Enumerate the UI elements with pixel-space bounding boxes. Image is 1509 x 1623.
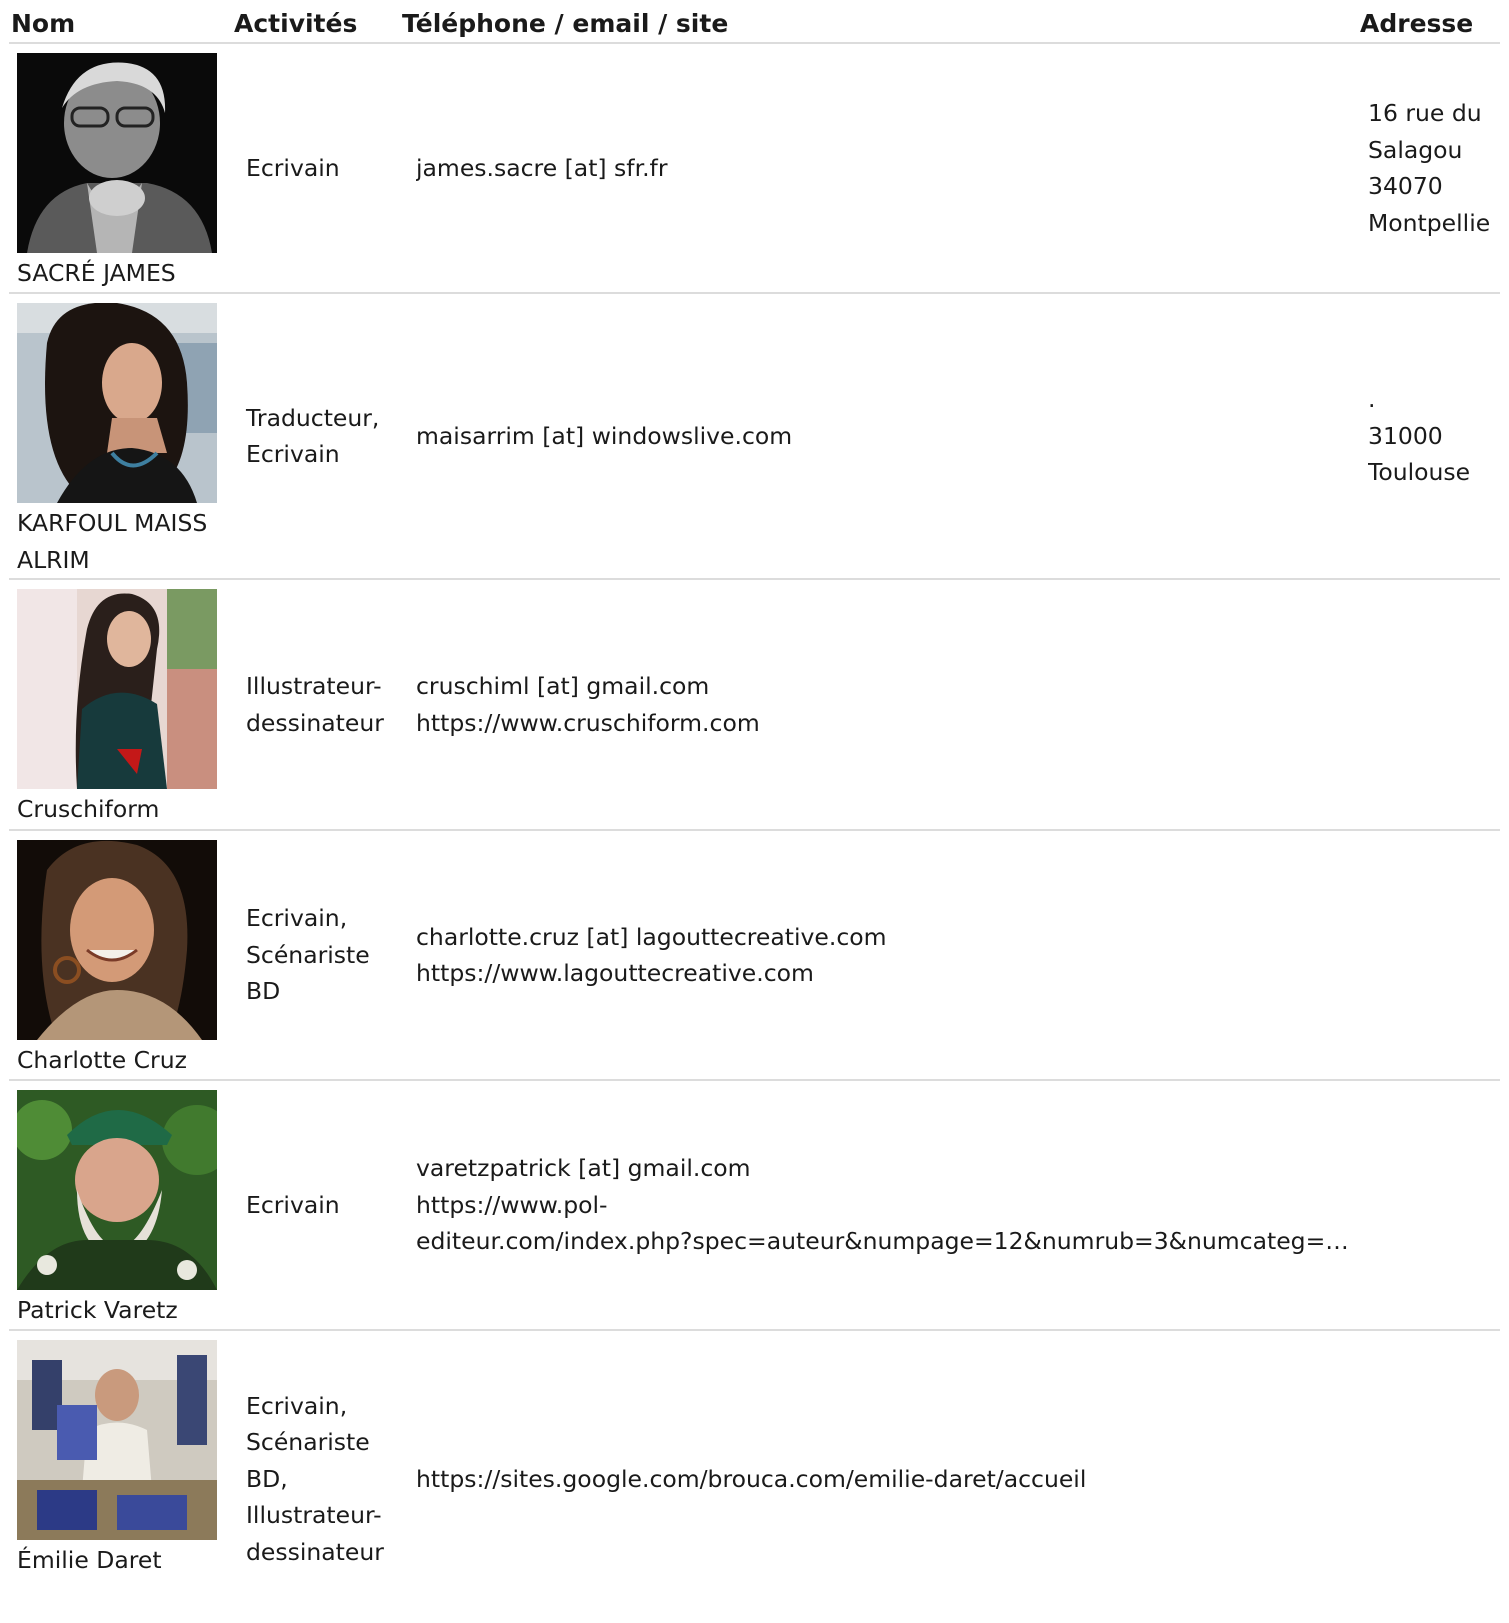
address-line: 31000: [1368, 421, 1443, 450]
name-cell: Émilie Daret: [9, 1330, 230, 1623]
name-cell: SACRÉ JAMES: [9, 43, 230, 294]
table-row[interactable]: Émilie Daret Ecrivain, Scénariste BD, Il…: [9, 1330, 1500, 1623]
activities-cell: Ecrivain, Scénariste BD, Illustrateur-de…: [246, 1391, 384, 1566]
activities-cell: Traducteur, Ecrivain: [230, 293, 400, 580]
author-name[interactable]: Charlotte Cruz: [17, 1040, 230, 1078]
address-cell: 16 rue du Salagou 34070 Montpellie: [1352, 43, 1500, 294]
column-header-activites[interactable]: Activités: [230, 0, 400, 44]
column-header-contact[interactable]: Téléphone / email / site: [400, 0, 1352, 44]
author-photo[interactable]: [17, 1340, 217, 1540]
author-photo[interactable]: [17, 1090, 217, 1290]
author-name[interactable]: Cruschiform: [17, 789, 230, 828]
address-line: 16 rue du: [1368, 99, 1482, 127]
name-cell: Patrick Varetz: [9, 1080, 230, 1331]
table-row[interactable]: Charlotte Cruz Ecrivain, Scénariste BD c…: [9, 830, 1500, 1081]
contact-cell: varetzpatrick [at] gmail.com https://www…: [400, 1080, 1352, 1331]
address-cell: . 31000 Toulouse: [1352, 293, 1500, 580]
address-line: 34070: [1368, 172, 1443, 200]
contact-email[interactable]: cruschiml [at] gmail.com: [416, 668, 1352, 705]
activities-cell: Illustrateur-dessinateur: [230, 579, 400, 831]
address-cell: [1352, 1080, 1500, 1331]
author-photo[interactable]: [17, 53, 217, 253]
contact-cell: maisarrim [at] windowslive.com: [400, 293, 1352, 580]
author-name[interactable]: Patrick Varetz: [17, 1290, 230, 1328]
author-photo[interactable]: [17, 303, 217, 503]
contact-cell: cruschiml [at] gmail.com https://www.cru…: [400, 579, 1352, 831]
table-header-row: Nom Activités Téléphone / email / site A…: [9, 0, 1500, 44]
activities-cell: Ecrivain, Scénariste BD: [230, 830, 400, 1081]
author-name[interactable]: Émilie Daret: [17, 1540, 230, 1579]
author-name[interactable]: SACRÉ JAMES: [17, 253, 230, 291]
column-header-nom[interactable]: Nom: [9, 0, 230, 44]
contact-email[interactable]: varetzpatrick [at] gmail.com: [416, 1150, 1352, 1187]
contact-email[interactable]: james.sacre [at] sfr.fr: [416, 150, 1352, 187]
contact-website-continued[interactable]: editeur.com/index.php?spec=auteur&numpag…: [416, 1223, 1352, 1260]
author-photo[interactable]: [17, 589, 217, 789]
author-name[interactable]: KARFOUL MAISS ALRIM: [17, 503, 230, 577]
contact-website[interactable]: https://www.pol-: [416, 1187, 1352, 1224]
address-cell: [1352, 830, 1500, 1081]
author-directory-table: Nom Activités Téléphone / email / site A…: [9, 0, 1500, 1623]
contact-email[interactable]: charlotte.cruz [at] lagouttecreative.com: [416, 919, 1352, 956]
contact-cell: https://sites.google.com/brouca.com/emil…: [400, 1330, 1352, 1623]
contact-email[interactable]: maisarrim [at] windowslive.com: [416, 418, 1352, 455]
directory-page: Nom Activités Téléphone / email / site A…: [0, 0, 1509, 1623]
table-row[interactable]: Patrick Varetz Ecrivain varetzpatrick [a…: [9, 1080, 1500, 1331]
contact-website[interactable]: https://www.cruschiform.com: [416, 705, 1352, 742]
author-photo[interactable]: [17, 840, 217, 1040]
address-cell: [1352, 1330, 1500, 1623]
contact-website[interactable]: https://www.lagouttecreative.com: [416, 955, 1352, 992]
name-cell: Charlotte Cruz: [9, 830, 230, 1081]
contact-website[interactable]: https://sites.google.com/brouca.com/emil…: [416, 1461, 1352, 1498]
address-line: Toulouse: [1368, 458, 1471, 487]
table-row[interactable]: KARFOUL MAISS ALRIM Traducteur, Ecrivain…: [9, 293, 1500, 580]
address-line: Salagou: [1368, 135, 1463, 164]
contact-cell: charlotte.cruz [at] lagouttecreative.com…: [400, 830, 1352, 1081]
table-row[interactable]: SACRÉ JAMES Ecrivain james.sacre [at] sf…: [9, 43, 1500, 294]
name-cell: Cruschiform: [9, 579, 230, 831]
activities-cell: Ecrivain: [230, 43, 400, 294]
address-line: Montpellie: [1368, 208, 1491, 237]
name-cell: KARFOUL MAISS ALRIM: [9, 293, 230, 580]
activities-cell: Ecrivain: [230, 1080, 400, 1331]
column-header-adresse[interactable]: Adresse: [1352, 0, 1500, 44]
address-line: .: [1368, 385, 1376, 414]
contact-cell: james.sacre [at] sfr.fr: [400, 43, 1352, 294]
table-row[interactable]: Cruschiform Illustrateur-dessinateur cru…: [9, 579, 1500, 831]
address-cell: [1352, 579, 1500, 831]
